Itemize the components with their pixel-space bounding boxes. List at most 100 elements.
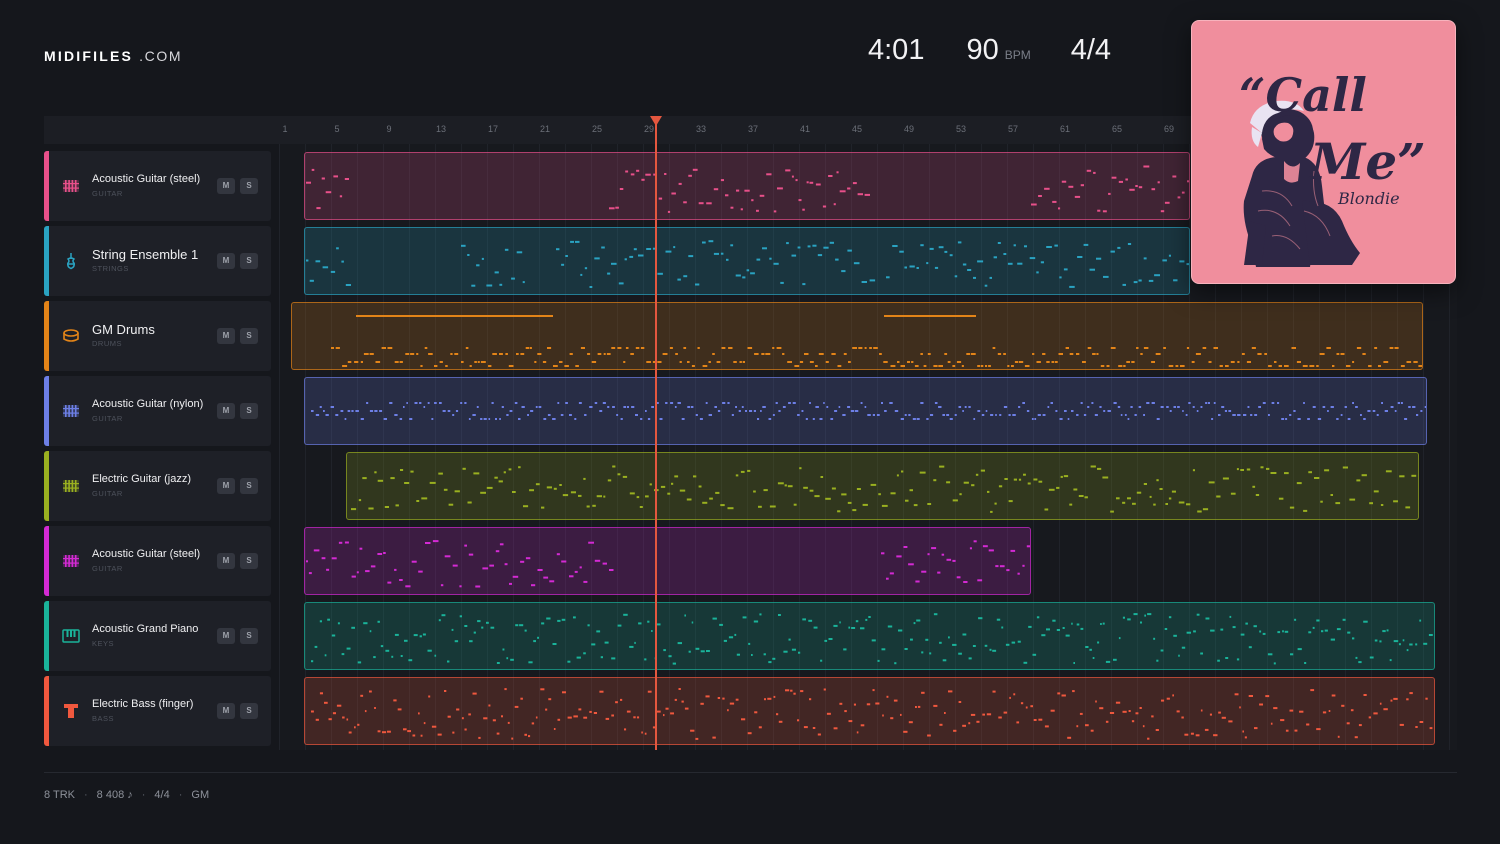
solo-button[interactable]: S (240, 253, 258, 269)
note-mark (542, 361, 547, 363)
solo-button[interactable]: S (240, 178, 258, 194)
track-name[interactable]: Acoustic Grand Piano (92, 623, 198, 635)
note-mark (354, 726, 356, 729)
mute-button[interactable]: M (217, 628, 235, 644)
note-mark (766, 173, 772, 176)
note-mark (1381, 402, 1383, 404)
note-mark (511, 737, 514, 740)
note-mark (900, 365, 905, 367)
note-mark (1356, 479, 1361, 482)
note-mark (962, 410, 964, 412)
midi-clip[interactable] (304, 602, 1435, 670)
note-mark (897, 361, 900, 363)
note-mark (787, 485, 793, 488)
track-color-stripe (44, 601, 49, 671)
track-name[interactable]: Electric Bass (finger) (92, 698, 193, 710)
note-mark (1192, 406, 1195, 408)
note-mark (713, 188, 719, 191)
note-mark (1076, 414, 1079, 416)
midi-clip[interactable] (304, 677, 1435, 745)
track-header[interactable]: Acoustic Grand Piano KEYS M S (44, 601, 271, 671)
note-mark (852, 182, 857, 185)
note-mark (824, 639, 828, 642)
note-mark (1290, 653, 1294, 656)
note-mark (1048, 488, 1055, 491)
track-name[interactable]: Acoustic Guitar (steel) (92, 548, 200, 560)
mute-button[interactable]: M (217, 703, 235, 719)
solo-button[interactable]: S (240, 403, 258, 419)
note-mark (734, 633, 737, 636)
note-mark (589, 286, 593, 288)
midi-clip[interactable] (346, 452, 1419, 520)
note-mark (1289, 709, 1294, 712)
note-mark (841, 270, 846, 273)
note-mark (848, 720, 853, 723)
mute-button[interactable]: M (217, 403, 235, 419)
note-mark (847, 501, 852, 504)
note-mark (1006, 569, 1010, 572)
footer-track-count: 8 TRK (44, 789, 75, 801)
midi-clip[interactable] (304, 527, 1031, 595)
playhead[interactable] (655, 120, 657, 750)
mute-button[interactable]: M (217, 328, 235, 344)
track-name[interactable]: Acoustic Guitar (steel) (92, 173, 200, 185)
solo-button[interactable]: S (240, 478, 258, 494)
solo-button[interactable]: S (240, 328, 258, 344)
note-mark (741, 718, 746, 721)
note-mark (808, 619, 813, 622)
note-mark (1363, 418, 1366, 420)
note-mark (467, 254, 470, 256)
mute-button[interactable]: M (217, 178, 235, 194)
note-mark (498, 480, 503, 483)
note-mark (455, 410, 459, 412)
note-mark (1330, 494, 1333, 496)
note-mark (504, 248, 509, 251)
note-mark (802, 283, 806, 286)
track-name[interactable]: String Ensemble 1 (92, 247, 198, 262)
midi-clip[interactable] (291, 302, 1423, 370)
midi-clip[interactable] (304, 227, 1190, 295)
track-header[interactable]: Acoustic Guitar (steel) GUITAR M S (44, 151, 271, 221)
midi-clip[interactable] (304, 377, 1427, 445)
solo-button[interactable]: S (240, 703, 258, 719)
note-mark (971, 353, 976, 355)
mute-button[interactable]: M (217, 253, 235, 269)
note-mark (1409, 692, 1413, 695)
note-mark (780, 281, 784, 284)
solo-button[interactable]: S (240, 628, 258, 644)
note-mark (1046, 628, 1050, 631)
note-mark (534, 361, 537, 363)
note-mark (516, 251, 523, 254)
note-mark (1266, 467, 1270, 470)
note-mark (363, 622, 368, 625)
midi-clip[interactable] (304, 152, 1190, 220)
track-header[interactable]: Acoustic Guitar (nylon) GUITAR M S (44, 376, 271, 446)
note-mark (785, 689, 790, 692)
note-mark (1322, 406, 1326, 408)
track-header[interactable]: Electric Bass (finger) BASS M S (44, 676, 271, 746)
mute-button[interactable]: M (217, 478, 235, 494)
track-header[interactable]: String Ensemble 1 STRINGS M S (44, 226, 271, 296)
note-mark (522, 281, 525, 284)
track-name[interactable]: Electric Guitar (jazz) (92, 473, 191, 485)
note-mark (656, 710, 661, 713)
note-mark (1018, 361, 1024, 363)
note-mark (720, 504, 725, 507)
track-name[interactable]: GM Drums (92, 322, 155, 337)
track-header[interactable]: GM Drums DRUMS M S (44, 301, 271, 371)
note-mark (1285, 729, 1289, 732)
note-mark (492, 353, 497, 355)
note-mark (1097, 641, 1100, 644)
note-mark (1087, 406, 1090, 408)
note-mark (1416, 414, 1419, 416)
mute-button[interactable]: M (217, 553, 235, 569)
note-mark (1219, 365, 1223, 367)
note-mark (1355, 656, 1358, 659)
solo-button[interactable]: S (240, 553, 258, 569)
track-header[interactable]: Acoustic Guitar (steel) GUITAR M S (44, 526, 271, 596)
track-name[interactable]: Acoustic Guitar (nylon) (92, 398, 203, 410)
track-header[interactable]: Electric Guitar (jazz) GUITAR M S (44, 451, 271, 521)
note-mark (565, 402, 568, 404)
note-mark (927, 353, 931, 355)
note-mark (461, 717, 464, 720)
